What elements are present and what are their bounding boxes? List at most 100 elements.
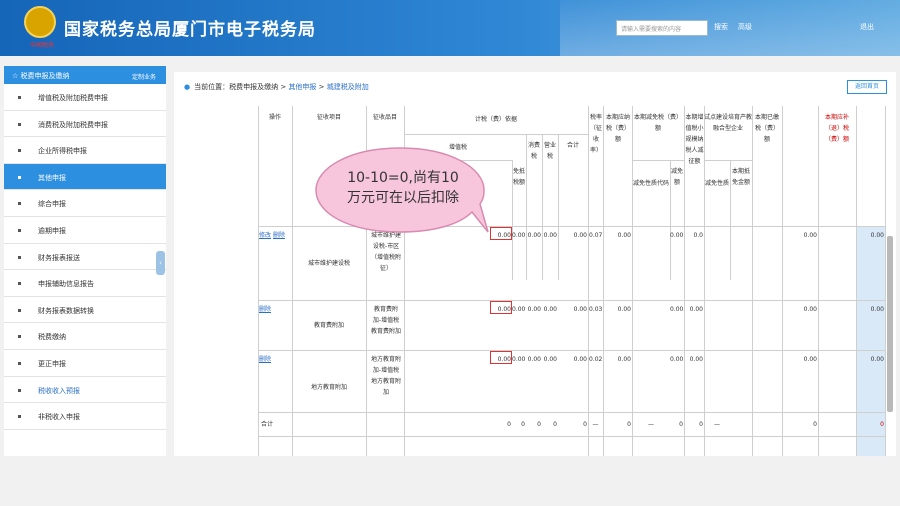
sidebar-item-label: 税费缴纳 [38,333,66,342]
vertical-scrollbar[interactable] [887,236,893,412]
total-paid: 0 [813,421,817,428]
cell-consumption[interactable]: 0.00 [526,304,541,315]
sidebar: ☆ 税费申报及缴纳 定制业务 增值税及附加税费申报 消费税及附加税费申报 企业所… [4,66,166,456]
sidebar-item[interactable]: 财务报表报送 [4,244,166,271]
sidebar-item-label: 财务报表数据转换 [38,306,94,315]
row-actions: 删除 [259,304,291,315]
cell-relief-amt: 0.00 [670,232,684,239]
header-small: 本期增值税小规模纳税人减征额 [685,114,704,165]
sidebar-item-label: 消费税及附加税费申报 [38,120,108,129]
header-pilot-code: 减免性质 [705,180,730,187]
sidebar-item[interactable]: 非税收入申报 [4,403,166,430]
sidebar-item-label: 更正申报 [38,359,66,368]
top-header: 中国税务 国家税务总局厦门市电子税务局 请输入需要搜索的内容 搜索 高级 退出 [0,0,900,56]
sidebar-item[interactable]: 税费缴纳 [4,323,166,350]
cell-consumption[interactable]: 0.00 [526,230,541,241]
row-item: 教育费附加 [313,322,344,329]
total-due: 0 [880,421,884,428]
bullet-icon [18,202,21,206]
header-subitem: 征收品目 [372,114,397,121]
header-item: 征收项目 [316,114,341,121]
sidebar-item[interactable]: 逾期申报 [4,217,166,244]
sidebar-item[interactable]: 增值税及附加税费申报 [4,84,166,111]
sidebar-item[interactable]: 更正申报 [4,350,166,377]
search-button[interactable]: 搜索 [714,22,728,32]
edit-link[interactable]: 修改 [259,232,271,239]
advanced-search-button[interactable]: 高级 [738,22,752,32]
highlight-box [490,301,512,314]
bullet-icon [18,228,21,232]
header-op: 操作 [268,114,281,121]
breadcrumb: ● 当前位置：税费申报及缴纳 > 其他申报 > 城建税及附加 [184,82,369,92]
bullet-icon [18,282,21,286]
highlight-box [490,351,512,364]
sidebar-item[interactable]: 消费税及附加税费申报 [4,111,166,138]
cell-exempt[interactable]: 0.00 [512,304,525,315]
cell-small: 0.00 [689,356,703,363]
sidebar-item[interactable]: 企业所得税申报 [4,137,166,164]
sidebar-item[interactable]: 财务报表数据转换 [4,297,166,324]
total-vat: 0 [507,421,511,428]
total-total: 0 [583,421,587,428]
bullet-icon [18,255,21,259]
cell-business[interactable]: 0.00 [542,304,557,315]
customize-link[interactable]: 定制业务 [132,72,156,81]
sidebar-item-label: 企业所得税申报 [38,147,87,156]
total-pilot-code: — [714,421,720,428]
header-due: 本期应补（退）税（费）额 [824,114,849,143]
cell-rate: 0.02 [589,356,603,363]
cell-paid: 0.00 [803,356,817,363]
sidebar-item[interactable]: 申报辅助信息报告 [4,270,166,297]
sidebar-item-label: 税收收入预报 [38,386,80,395]
sidebar-item[interactable]: 税收收入预报 [4,377,166,404]
row-item: 城市维护建设税 [307,260,350,267]
cell-payable: 0.00 [617,306,631,313]
main-panel: ● 当前位置：税费申报及缴纳 > 其他申报 > 城建税及附加 返回首页 操作 征… [174,72,896,456]
sidebar-title: 税费申报及缴纳 [20,72,70,80]
total-relief-amt: 0 [679,421,683,428]
cell-exempt[interactable]: 0.00 [512,354,525,365]
delete-link[interactable]: 删除 [259,306,271,313]
cell-total: 0.00 [573,306,587,313]
bullet-icon [18,122,21,126]
cell-consumption[interactable]: 0.00 [526,354,541,365]
header-rate: 税率（征收率） [589,114,602,154]
back-home-button[interactable]: 返回首页 [847,80,887,94]
bullet-icon [18,149,21,153]
sidebar-collapse-handle[interactable]: ‹ [156,251,165,275]
breadcrumb-level3[interactable]: 城建税及附加 [327,83,369,91]
delete-link[interactable]: 删除 [273,232,285,239]
delete-link[interactable]: 删除 [259,356,271,363]
sidebar-item-label: 申报辅助信息报告 [38,280,94,289]
cell-total: 0.00 [573,232,587,239]
total-label: 合计 [261,421,274,428]
cell-paid: 0.00 [803,232,817,239]
cell-relief-amt: 0.00 [670,306,684,313]
callout-line1: 10-10=0,尚有10 [347,170,459,186]
total-rate: — [592,421,599,428]
header-relief-amt: 减免额 [671,168,684,186]
cell-due: 0.00 [870,356,884,363]
cell-exempt[interactable]: 0.00 [512,230,525,241]
cell-paid: 0.00 [803,306,817,313]
sidebar-item-active[interactable]: 其他申报 [4,163,166,191]
row-subitem: 地方教育附加-增值税地方教育附加 [370,356,401,396]
cell-business[interactable]: 0.00 [542,354,557,365]
cell-small: 0.00 [689,306,703,313]
tax-emblem-icon [24,6,56,38]
logout-link[interactable]: 退出 [860,22,874,32]
search-input[interactable]: 请输入需要搜索的内容 [616,20,708,36]
cell-business[interactable]: 0.00 [542,230,557,241]
bullet-icon [18,308,21,312]
header-pilot-amt: 本期抵免金额 [731,168,750,186]
total-payable: 0 [627,421,631,428]
callout-line2: 万元可在以后扣除 [347,190,459,206]
cell-rate: 0.03 [589,306,603,313]
bullet-icon [18,175,21,179]
bullet-icon [18,361,21,365]
row-actions: 删除 [259,354,291,365]
sidebar-item[interactable]: 综合申报 [4,190,166,217]
breadcrumb-level2[interactable]: 其他申报 [288,83,316,91]
header-basis: 计税（费）依据 [474,116,517,123]
cell-total: 0.00 [573,356,587,363]
